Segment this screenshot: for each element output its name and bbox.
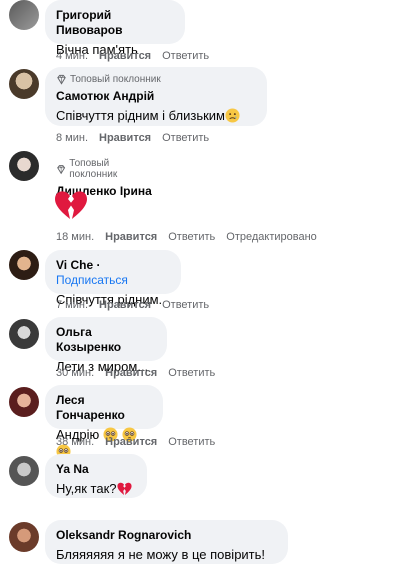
like-button[interactable]: Нравится <box>105 367 157 379</box>
author-name[interactable]: Григорий Пивоваров <box>56 8 174 38</box>
author-name[interactable]: Ольга Козыренко <box>56 325 156 355</box>
comment-actions: 7 мин. Нравится Ответить <box>56 299 220 311</box>
comment-text: Співчуття рідним і близьким <box>56 107 256 124</box>
like-button[interactable]: Нравится <box>99 50 151 62</box>
reply-button[interactable]: Ответить <box>168 436 215 448</box>
avatar[interactable] <box>9 0 39 30</box>
avatar[interactable] <box>9 69 39 99</box>
badge-label: Топовый поклонник <box>70 74 161 85</box>
like-button[interactable]: Нравится <box>105 436 157 448</box>
like-button[interactable]: Нравится <box>99 299 151 311</box>
comment-bubble: Григорий Пивоваров Вічна пам'ять <box>45 0 185 57</box>
timestamp[interactable]: 30 мин. <box>56 367 94 379</box>
badge-label: Топовый поклонник <box>69 158 118 180</box>
comment-actions: 30 мин. Нравится Ответить <box>56 367 226 379</box>
top-fan-badge: Топовый поклонник <box>56 74 256 85</box>
like-button[interactable]: Нравится <box>99 132 151 144</box>
reply-button[interactable]: Ответить <box>162 299 209 311</box>
timestamp[interactable]: 38 мин. <box>56 436 94 448</box>
timestamp[interactable]: 18 мин. <box>56 231 94 243</box>
reply-button[interactable]: Ответить <box>168 231 215 243</box>
author-name[interactable]: Oleksandr Rognarovich <box>56 528 277 543</box>
like-button[interactable]: Нравится <box>105 231 157 243</box>
comment-bubble: Топовый поклонник Самотюк Андрій Співчут… <box>45 67 267 126</box>
author-name[interactable]: Леся Гончаренко <box>56 393 152 423</box>
author-name[interactable]: Ya Na <box>56 462 136 477</box>
comment-bubble: Ya Na Ну,як так? <box>45 454 147 498</box>
author-name[interactable]: Vi Che · Подписаться <box>56 258 170 288</box>
avatar[interactable] <box>9 387 39 417</box>
sad-face-emoji <box>225 108 240 123</box>
comment-actions: 38 мин. Нравится Ответить <box>56 436 226 448</box>
comment-bubble: Vi Che · Подписаться Співчуття рідним. <box>45 250 181 307</box>
timestamp[interactable]: 7 мин. <box>56 299 88 311</box>
edited-label: Отредактировано <box>226 231 317 243</box>
comment-bubble: Леся Гончаренко Андрію <box>45 385 163 459</box>
top-fan-badge: Топовый поклонник <box>56 158 154 180</box>
diamond-icon <box>57 164 66 174</box>
avatar[interactable] <box>9 151 39 181</box>
author-name[interactable]: Самотюк Андрій <box>56 89 256 104</box>
comment-text: Бляяяяяя я не можу в це повірить! <box>56 547 266 562</box>
comment-bubble: Oleksandr Rognarovich Бляяяяяя я не можу… <box>45 520 288 564</box>
broken-heart-icon <box>55 191 87 219</box>
timestamp[interactable]: 8 мин. <box>56 132 88 144</box>
broken-heart-icon <box>116 482 132 495</box>
avatar[interactable] <box>9 456 39 486</box>
reply-button[interactable]: Ответить <box>162 50 209 62</box>
avatar[interactable] <box>9 250 39 280</box>
comment-text: Ну,як так? <box>56 480 136 497</box>
comment-bubble: Ольга Козыренко Лети з миром... <box>45 317 167 374</box>
comment-actions: 18 мин. Нравится Ответить Отредактирован… <box>56 231 328 243</box>
avatar[interactable] <box>9 319 39 349</box>
reply-button[interactable]: Ответить <box>168 367 215 379</box>
diamond-icon <box>57 74 66 85</box>
reply-button[interactable]: Ответить <box>162 132 209 144</box>
comment-actions: 8 мин. Нравится Ответить <box>56 132 220 144</box>
avatar[interactable] <box>9 522 39 552</box>
timestamp[interactable]: 4 мин. <box>56 50 88 62</box>
comment-actions: 4 мин. Нравится Ответить <box>56 50 220 62</box>
follow-button[interactable]: Подписаться <box>56 273 128 287</box>
